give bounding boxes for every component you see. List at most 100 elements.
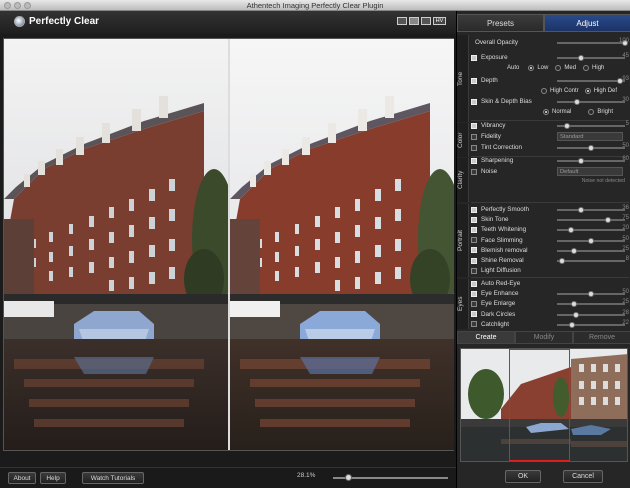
shine-removal-checkbox[interactable]: [471, 257, 477, 264]
ok-button[interactable]: OK: [505, 470, 541, 483]
hv-toggle-button[interactable]: HV: [433, 17, 446, 25]
skin-tone-knob[interactable]: [605, 217, 611, 224]
vibrancy-knob[interactable]: [564, 123, 571, 129]
modify-preset-button[interactable]: Modify: [515, 331, 573, 344]
face-slimming-checkbox[interactable]: [471, 237, 477, 244]
dark-circles-label: Dark Circles: [481, 310, 516, 318]
exposure-knob[interactable]: [577, 55, 584, 61]
shine-removal-slider[interactable]: [557, 258, 625, 264]
exposure-low-label: Low: [537, 64, 549, 71]
shine-removal-value: 8: [625, 256, 629, 262]
high-contr-label: High Contr: [550, 87, 579, 94]
shine-removal-knob[interactable]: [559, 258, 566, 264]
about-button[interactable]: About: [8, 472, 36, 484]
catchlight-slider[interactable]: [557, 321, 625, 328]
vibrancy-slider[interactable]: [557, 123, 625, 129]
eye-enhance-knob[interactable]: [588, 291, 594, 298]
after-image[interactable]: [230, 39, 454, 450]
depth-value: 93: [622, 76, 629, 82]
exposure-med-radio[interactable]: [555, 64, 562, 71]
fidelity-row: Fidelity Standard: [471, 132, 629, 141]
sharpening-slider[interactable]: [557, 158, 625, 164]
overall-opacity-slider[interactable]: [557, 40, 628, 46]
cancel-button[interactable]: Cancel: [563, 470, 603, 483]
tint-correction-slider[interactable]: [557, 145, 625, 151]
dark-circles-checkbox[interactable]: [471, 311, 477, 318]
face-slimming-label: Face Slimming: [481, 236, 523, 244]
navigator-viewport-box[interactable]: [509, 349, 570, 461]
skin-depth-bias-knob[interactable]: [574, 99, 581, 105]
catchlight-checkbox[interactable]: [471, 321, 477, 328]
skin-depth-bias-slider[interactable]: [557, 99, 625, 105]
high-def-radio[interactable]: [584, 87, 591, 94]
remove-preset-button[interactable]: Remove: [573, 331, 630, 344]
depth-checkbox[interactable]: [471, 77, 477, 84]
blemish-removal-checkbox[interactable]: [471, 247, 477, 254]
eye-enhance-slider[interactable]: [557, 291, 625, 298]
eye-enhance-row: Eye Enhance 50: [471, 289, 629, 298]
eye-enlarge-knob[interactable]: [571, 301, 577, 308]
adjust-panel: Presets Adjust Tone Color Clarity Portra…: [456, 11, 630, 488]
light-diffusion-checkbox[interactable]: [471, 267, 477, 274]
depth-slider[interactable]: [557, 78, 625, 84]
section-separator: [471, 277, 629, 278]
dark-circles-knob[interactable]: [573, 311, 580, 318]
skin-depth-bias-checkbox[interactable]: [471, 98, 477, 105]
teeth-whitening-checkbox[interactable]: [471, 226, 477, 233]
before-image[interactable]: [4, 39, 228, 450]
sharpening-value: 60: [622, 156, 629, 162]
app-logo: Perfectly Clear: [14, 16, 99, 27]
face-slimming-slider[interactable]: [557, 237, 625, 244]
vibrancy-checkbox[interactable]: [471, 122, 477, 129]
perfectly-smooth-slider[interactable]: [557, 207, 625, 213]
sharpening-knob[interactable]: [577, 158, 584, 164]
noise-select[interactable]: Default: [557, 167, 623, 176]
tab-adjust[interactable]: Adjust: [544, 14, 630, 32]
zoom-slider[interactable]: [333, 474, 448, 481]
exposure-checkbox[interactable]: [471, 54, 477, 61]
create-preset-button[interactable]: Create: [457, 331, 515, 344]
watch-tutorials-button[interactable]: Watch Tutorials: [82, 472, 144, 484]
navigator-thumbnail[interactable]: [460, 348, 628, 462]
skin-tone-checkbox[interactable]: [471, 216, 477, 223]
face-slimming-knob[interactable]: [588, 237, 594, 244]
high-contr-radio[interactable]: [541, 87, 547, 94]
blemish-removal-knob[interactable]: [571, 247, 577, 254]
perfectly-smooth-checkbox[interactable]: [471, 206, 477, 213]
tab-presets[interactable]: Presets: [457, 14, 544, 32]
normal-radio[interactable]: [543, 108, 549, 115]
teeth-whitening-knob[interactable]: [567, 227, 574, 234]
single-view-button[interactable]: [397, 17, 407, 25]
perfectly-smooth-knob[interactable]: [578, 207, 585, 213]
bright-radio[interactable]: [588, 108, 595, 115]
dark-circles-slider[interactable]: [557, 311, 625, 318]
eye-enlarge-checkbox[interactable]: [471, 300, 477, 307]
fidelity-select[interactable]: Standard: [557, 132, 623, 141]
blemish-removal-slider[interactable]: [557, 247, 625, 254]
noise-checkbox[interactable]: [471, 168, 477, 175]
split-view-button[interactable]: [421, 17, 431, 25]
catchlight-knob[interactable]: [568, 321, 575, 328]
zoom-slider-knob[interactable]: [344, 474, 352, 481]
tint-correction-checkbox[interactable]: [471, 144, 477, 151]
catchlight-value: 22: [622, 319, 629, 326]
help-button[interactable]: Help: [40, 472, 66, 484]
skin-depth-bias-row: Skin & Depth Bias 30: [471, 97, 629, 106]
tint-correction-label: Tint Correction: [481, 144, 523, 151]
window-titlebar: Athentech Imaging Perfectly Clear Plugin: [0, 0, 630, 11]
side-by-side-view-button[interactable]: [409, 17, 419, 25]
bright-label: Bright: [597, 108, 614, 115]
auto-red-eye-checkbox[interactable]: [471, 280, 477, 287]
teeth-whitening-value: 20: [622, 225, 629, 232]
blemish-removal-label: Blemish removal: [481, 246, 528, 254]
exposure-high-radio[interactable]: [583, 64, 590, 71]
eye-enhance-checkbox[interactable]: [471, 290, 477, 297]
exposure-low-radio[interactable]: [528, 64, 535, 71]
teeth-whitening-slider[interactable]: [557, 227, 625, 234]
fidelity-checkbox[interactable]: [471, 133, 477, 140]
eye-enlarge-slider[interactable]: [557, 301, 625, 308]
sharpening-checkbox[interactable]: [471, 157, 477, 164]
skin-tone-slider[interactable]: [557, 217, 625, 224]
exposure-slider[interactable]: [557, 55, 625, 61]
tint-correction-knob[interactable]: [588, 145, 594, 151]
